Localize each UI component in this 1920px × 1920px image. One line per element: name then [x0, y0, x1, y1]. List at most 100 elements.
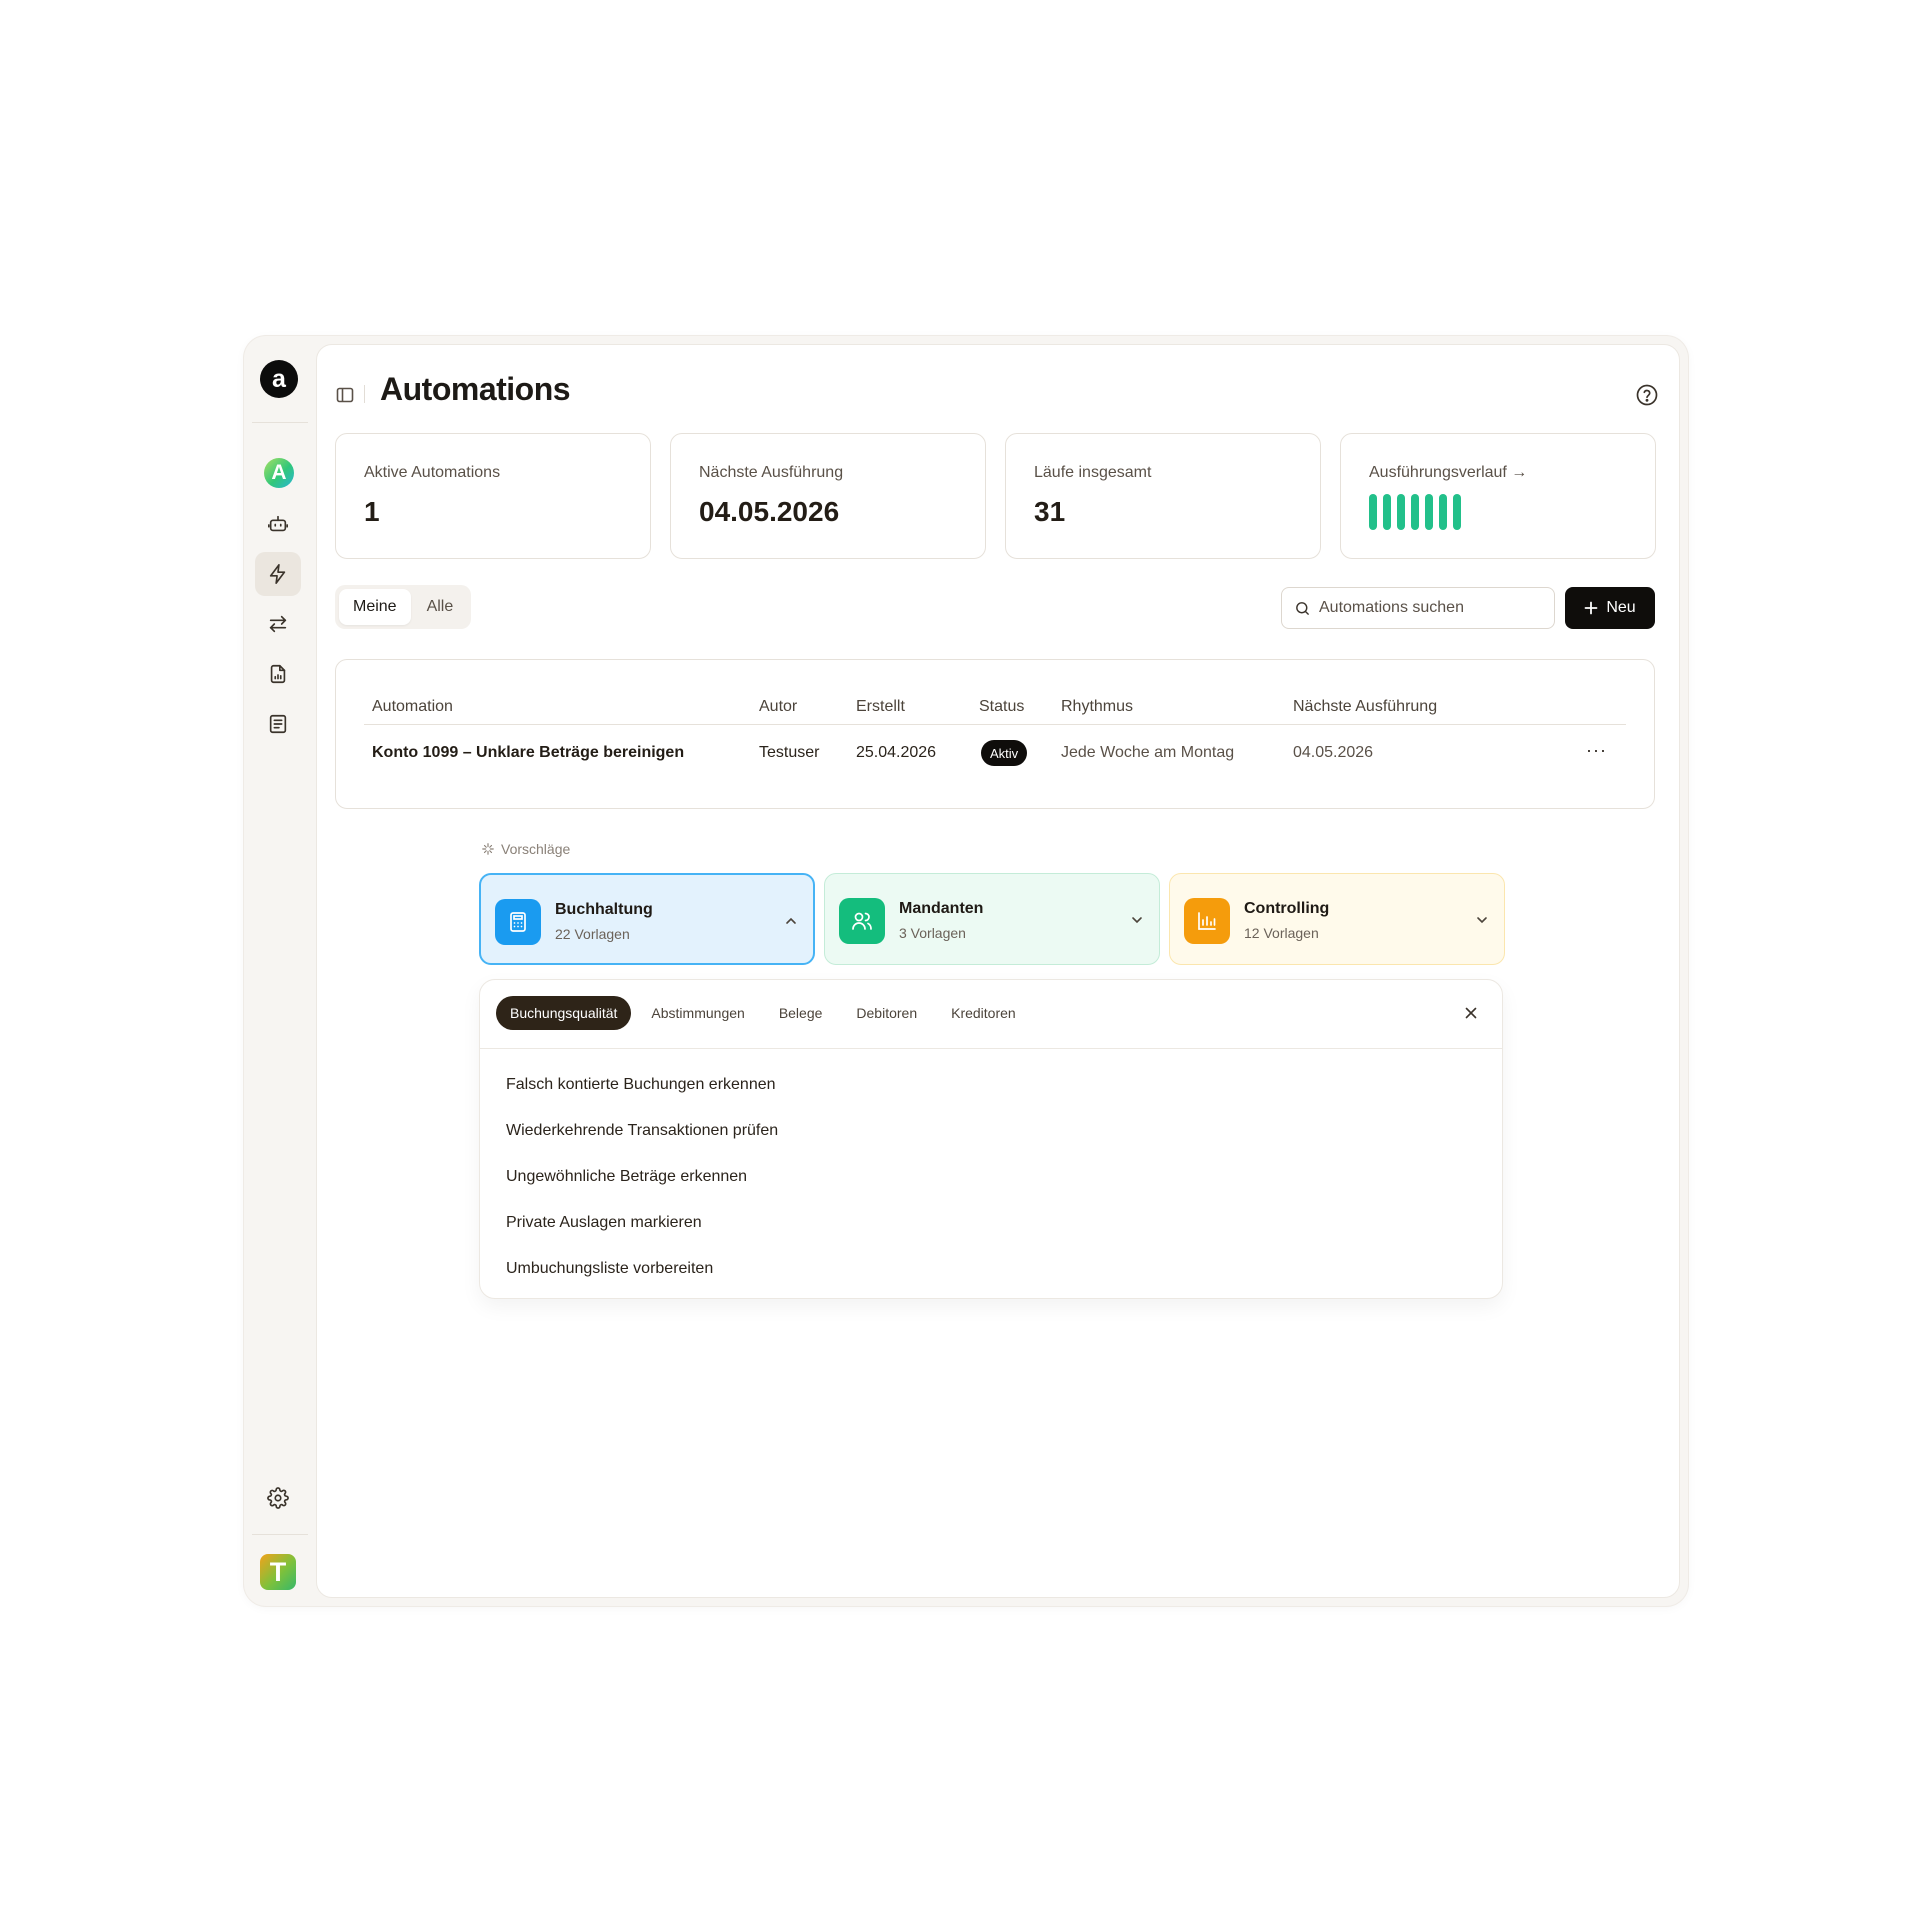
close-icon[interactable]	[1464, 1006, 1478, 1020]
sidebar-item-assistant[interactable]	[255, 502, 301, 546]
users-icon	[852, 912, 872, 930]
sidebar-toggle-icon[interactable]	[335, 385, 355, 405]
stat-label: Aktive Automations	[364, 464, 501, 481]
column-header-rhythmus: Rhythmus	[1061, 698, 1134, 715]
sidebar-item-settings[interactable]	[255, 1476, 301, 1520]
automation-author: Testuser	[759, 744, 820, 761]
stat-label: Nächste Ausführung	[699, 464, 844, 481]
category-count: 3 Vorlagen	[899, 925, 966, 941]
bar-chart-icon	[1198, 912, 1216, 930]
robot-icon	[268, 515, 288, 532]
category-count: 12 Vorlagen	[1244, 925, 1319, 941]
tab-buchungsqualitaet[interactable]: Buchungsqualität	[496, 996, 632, 1030]
sidebar-item-documents[interactable]	[255, 702, 301, 746]
template-item[interactable]: Ungewöhnliche Beträge erkennen	[506, 1168, 747, 1186]
search-icon	[1296, 601, 1309, 615]
run-bar	[1397, 494, 1405, 530]
automation-created: 25.04.2026	[856, 744, 937, 761]
table-header-divider	[364, 724, 1626, 725]
column-header-autor: Autor	[759, 698, 798, 715]
run-bar	[1411, 494, 1419, 530]
automation-rhythm: Jede Woche am Montag	[1061, 744, 1235, 761]
template-item[interactable]: Private Auslagen markieren	[506, 1214, 702, 1232]
document-list-icon	[269, 714, 287, 734]
run-bar	[1425, 494, 1433, 530]
stat-label: Läufe insgesamt	[1034, 464, 1152, 481]
template-item[interactable]: Umbuchungsliste vorbereiten	[506, 1260, 713, 1278]
search-box	[1281, 587, 1555, 629]
category-card-buchhaltung[interactable]: Buchhaltung 22 Vorlagen	[479, 873, 815, 965]
title-divider	[364, 385, 365, 403]
category-name: Controlling	[1244, 900, 1330, 917]
chevron-down-icon	[1477, 917, 1487, 924]
search-input[interactable]	[1319, 599, 1539, 617]
suggestions-label-text: Vorschläge	[501, 841, 571, 857]
column-header-erstellt: Erstellt	[856, 698, 905, 715]
automation-name[interactable]: Konto 1099 – Unklare Beträge bereinigen	[372, 744, 684, 762]
template-item[interactable]: Falsch kontierte Buchungen erkennen	[506, 1076, 776, 1094]
chevron-up-icon	[786, 917, 796, 924]
stat-value: 1	[364, 496, 380, 527]
plus-icon	[1584, 601, 1598, 615]
automations-table: Automation Autor Erstellt Status Rhythmu…	[335, 659, 1655, 809]
new-automation-button[interactable]: Neu	[1565, 587, 1655, 629]
arrows-swap-icon	[269, 615, 287, 633]
templates-divider	[480, 1048, 1502, 1049]
category-icon-box	[495, 899, 541, 945]
page-title: Automations	[380, 371, 571, 407]
category-name: Buchhaltung	[555, 901, 653, 918]
tab-belege[interactable]: Belege	[765, 996, 837, 1030]
sidebar-item-reports[interactable]	[255, 652, 301, 696]
stat-card-total-runs: Läufe insgesamt 31	[1005, 433, 1321, 559]
gear-icon	[267, 1487, 289, 1509]
lightning-icon	[269, 564, 286, 584]
run-bar	[1453, 494, 1461, 530]
category-icon-box	[1184, 898, 1230, 944]
status-badge: Aktiv	[981, 740, 1028, 766]
sidebar: a A T	[244, 336, 316, 1606]
row-actions-button[interactable]: ···	[1586, 740, 1607, 761]
stat-card-run-history[interactable]: Ausführungsverlauf →	[1340, 433, 1656, 559]
category-card-controlling[interactable]: Controlling 12 Vorlagen	[1169, 873, 1505, 965]
user-avatar[interactable]: T	[260, 1554, 296, 1590]
sidebar-item-transactions[interactable]	[255, 602, 301, 646]
sidebar-divider	[252, 422, 308, 423]
stat-value: 04.05.2026	[699, 496, 840, 527]
stat-card-active: Aktive Automations 1	[335, 433, 651, 559]
calculator-icon	[510, 912, 526, 932]
workspace-avatar[interactable]: A	[264, 458, 294, 488]
main-content: Automations Aktive Automations 1 Nächste…	[316, 344, 1680, 1598]
file-chart-icon	[270, 664, 286, 684]
chevron-down-icon	[1132, 917, 1142, 924]
automation-next-run: 04.05.2026	[1293, 744, 1374, 761]
tab-debitoren[interactable]: Debitoren	[842, 996, 931, 1030]
templates-panel: Buchungsqualität Abstimmungen Belege Deb…	[479, 979, 1503, 1299]
category-count: 22 Vorlagen	[555, 926, 630, 942]
filter-toggle: Meine Alle	[335, 585, 472, 629]
app-window: a A T Automations Aktive Automations 1 N…	[244, 336, 1688, 1606]
filter-option-alle[interactable]: Alle	[413, 589, 468, 625]
run-bar	[1383, 494, 1391, 530]
column-header-status: Status	[979, 698, 1025, 715]
run-history-bars	[1369, 494, 1461, 530]
column-header-next-run: Nächste Ausführung	[1293, 698, 1438, 715]
template-tabs: Buchungsqualität Abstimmungen Belege Deb…	[496, 996, 1030, 1030]
column-header-automation: Automation	[372, 698, 453, 715]
category-card-mandanten[interactable]: Mandanten 3 Vorlagen	[824, 873, 1160, 965]
category-icon-box	[839, 898, 885, 944]
sidebar-item-automations[interactable]	[255, 552, 301, 596]
run-bar	[1369, 494, 1377, 530]
run-bar	[1439, 494, 1447, 530]
filter-option-meine[interactable]: Meine	[339, 589, 411, 625]
stat-card-next-run: Nächste Ausführung 04.05.2026	[670, 433, 986, 559]
new-button-label: Neu	[1606, 599, 1636, 616]
category-name: Mandanten	[899, 900, 984, 917]
stat-label-link[interactable]: Ausführungsverlauf →	[1369, 464, 1527, 482]
app-logo[interactable]: a	[260, 360, 298, 398]
tab-kreditoren[interactable]: Kreditoren	[937, 996, 1030, 1030]
help-icon[interactable]	[1635, 383, 1659, 407]
sidebar-divider	[252, 1534, 308, 1535]
template-item[interactable]: Wiederkehrende Transaktionen prüfen	[506, 1122, 778, 1140]
tab-abstimmungen[interactable]: Abstimmungen	[637, 996, 758, 1030]
sparkle-icon	[482, 843, 494, 855]
